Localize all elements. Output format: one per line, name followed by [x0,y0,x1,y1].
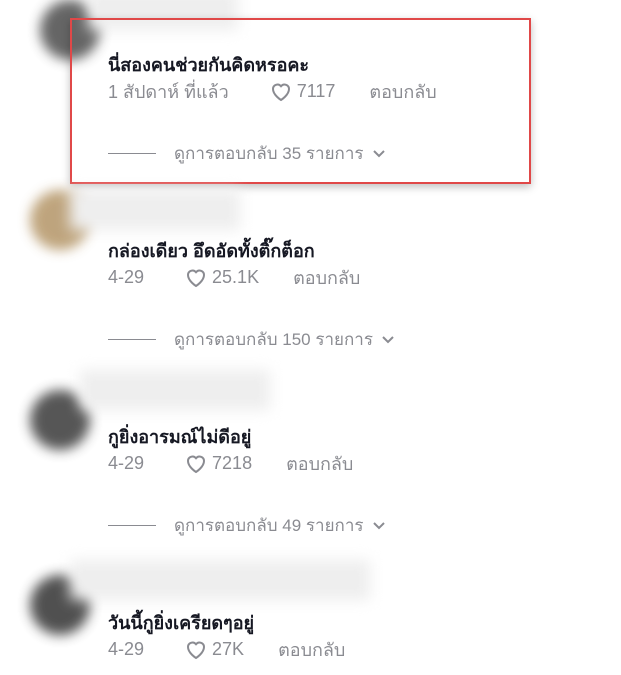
view-replies-label: ดูการตอบกลับ 150 รายการ [174,330,373,349]
comment-text: วันนี้กูยิ่งเครียดๆอยู่ [108,613,255,633]
heart-outline-icon [187,641,206,660]
view-replies-button[interactable]: ดูการตอบกลับ 49 รายการ [108,512,386,539]
view-replies-label: ดูการตอบกลับ 49 รายการ [174,516,364,535]
heart-outline-icon [187,269,206,288]
like-button[interactable]: 27K [184,638,244,660]
comment-date: 4-29 [108,638,145,659]
like-count: 25.1K [212,266,260,287]
highlight-box [70,18,531,184]
blurred-username [70,190,240,230]
comment-meta: 4-29 25.1K ตอบกลับ [108,264,360,290]
chevron-down-icon [372,521,385,529]
reply-button[interactable]: ตอบกลับ [293,263,360,292]
comment-text: กล่องเดียว อึดอัดทั้งติ๊กต็อก [108,241,315,261]
reply-button[interactable]: ตอบกลับ [278,635,345,664]
comment-meta: 4-29 27K ตอบกลับ [108,636,345,662]
reply-button[interactable]: ตอบกลับ [286,449,353,478]
like-count: 7218 [212,452,253,473]
like-button[interactable]: 25.1K [184,266,259,288]
comment-meta: 4-29 7218 ตอบกลับ [108,450,353,476]
chevron-down-icon [382,335,394,343]
heart-outline-icon [187,455,206,474]
divider [108,339,156,340]
comment-text: กูยิ่งอารมณ์ไม่ดีอยู่ [108,427,252,447]
blurred-username [80,370,270,410]
view-replies-button[interactable]: ดูการตอบกลับ 150 รายการ [108,326,395,353]
blurred-username [70,560,370,600]
divider [108,525,156,526]
like-button[interactable]: 7218 [184,452,252,474]
comment-date: 4-29 [108,452,145,473]
comment-date: 4-29 [108,266,145,287]
like-count: 27K [212,638,245,659]
